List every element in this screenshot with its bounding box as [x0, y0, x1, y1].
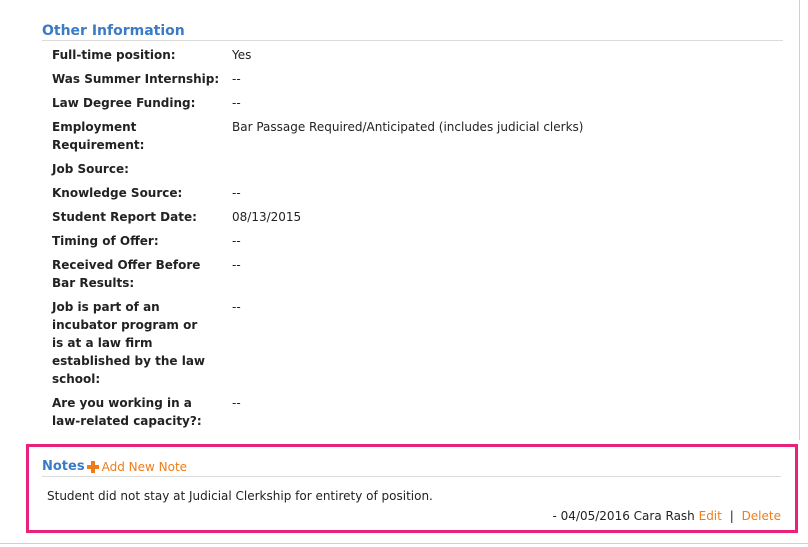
notes-title: Notes: [42, 459, 85, 474]
info-label: Are you working in a law-related capacit…: [52, 396, 202, 428]
info-label: Job Source:: [52, 162, 129, 176]
info-row-knowledge-source: Knowledge Source: --: [52, 184, 612, 202]
bottom-divider: [0, 543, 808, 544]
info-row-incubator-program: Job is part of an incubator program or i…: [52, 298, 612, 388]
info-label: Student Report Date:: [52, 210, 197, 224]
info-row-full-time: Full-time position: Yes: [52, 46, 612, 64]
section-divider: [42, 40, 783, 41]
info-row-offer-before-bar: Received Offer Before Bar Results: --: [52, 256, 612, 292]
info-row-employment-requirement: Employment Requirement: Bar Passage Requ…: [52, 118, 612, 154]
notes-section: Notes Add New Note Student did not stay …: [26, 444, 798, 533]
note-text: Student did not stay at Judicial Clerksh…: [47, 489, 433, 503]
delete-note-link[interactable]: Delete: [742, 509, 781, 523]
info-label: Was Summer Internship:: [52, 72, 220, 86]
info-row-job-source: Job Source:: [52, 160, 612, 178]
info-value: --: [232, 396, 241, 410]
info-label: Employment Requirement:: [52, 120, 145, 152]
info-label: Full-time position:: [52, 48, 176, 62]
info-value: --: [232, 300, 241, 314]
info-row-law-related-capacity: Are you working in a law-related capacit…: [52, 394, 612, 430]
info-value: --: [232, 72, 241, 86]
note-author-date: - 04/05/2016 Cara Rash: [552, 509, 695, 523]
edit-note-link[interactable]: Edit: [699, 509, 722, 523]
info-label: Law Degree Funding:: [52, 96, 196, 110]
info-value: 08/13/2015: [232, 210, 302, 224]
info-label: Received Offer Before Bar Results:: [52, 258, 201, 290]
notes-divider: [42, 476, 781, 477]
info-value: Yes: [232, 48, 252, 62]
info-value: --: [232, 186, 241, 200]
note-meta: - 04/05/2016 Cara Rash Edit | Delete: [553, 507, 781, 525]
right-divider: [799, 0, 800, 440]
info-row-summer-internship: Was Summer Internship: --: [52, 70, 612, 88]
plus-icon[interactable]: [86, 461, 99, 473]
info-value: --: [232, 96, 241, 110]
info-label: Knowledge Source:: [52, 186, 183, 200]
info-row-timing-of-offer: Timing of Offer: --: [52, 232, 612, 250]
page: Other Information Full-time position: Ye…: [0, 0, 808, 547]
notes-header: Notes Add New Note: [42, 458, 187, 476]
info-value: Bar Passage Required/Anticipated (includ…: [232, 120, 584, 134]
info-row-law-degree-funding: Law Degree Funding: --: [52, 94, 612, 112]
info-value: --: [232, 234, 241, 248]
info-value: --: [232, 258, 241, 272]
other-information-title: Other Information: [42, 23, 185, 39]
info-label: Timing of Offer:: [52, 234, 159, 248]
link-separator: |: [729, 509, 734, 523]
info-label: Job is part of an incubator program or i…: [52, 300, 206, 386]
other-information-list: Full-time position: Yes Was Summer Inter…: [52, 46, 612, 436]
info-row-student-report-date: Student Report Date: 08/13/2015: [52, 208, 612, 226]
add-new-note-link[interactable]: Add New Note: [102, 458, 187, 476]
